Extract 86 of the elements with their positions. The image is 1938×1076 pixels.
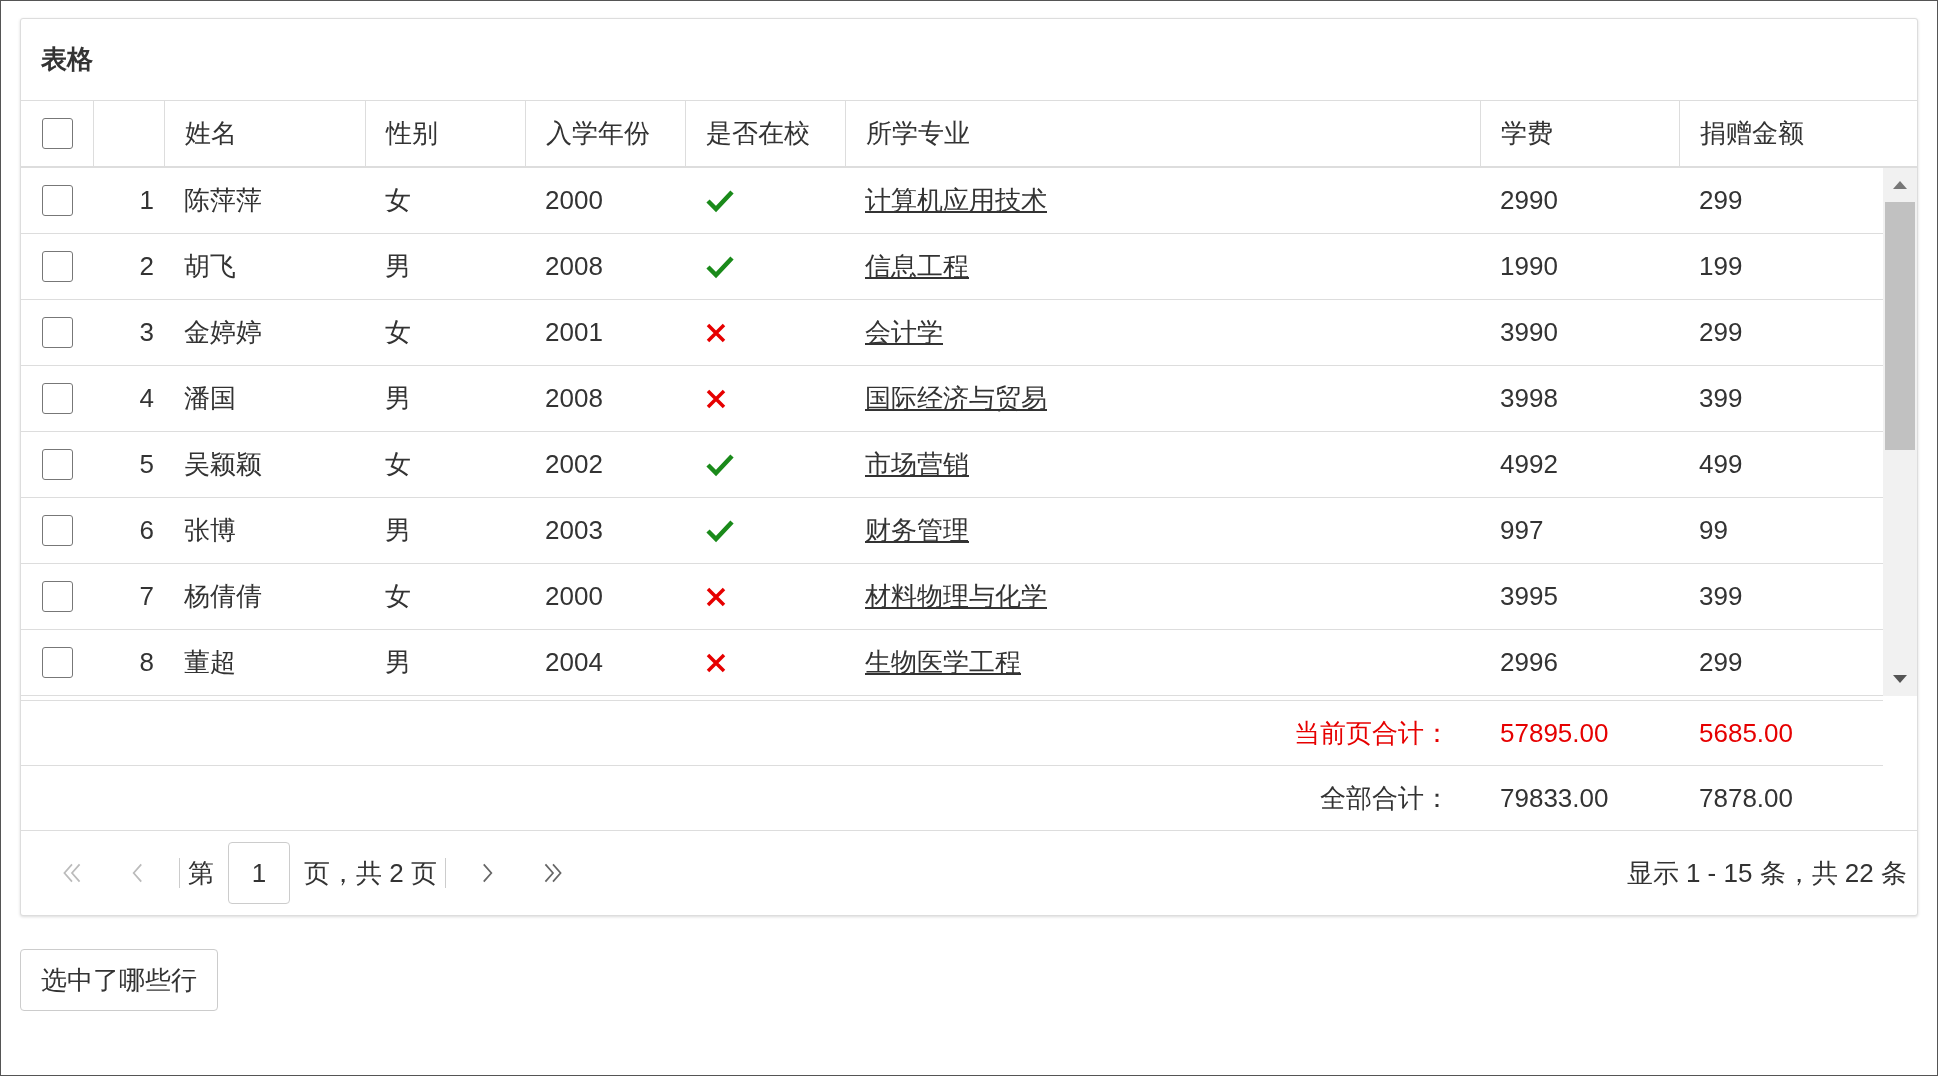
summary-value: 57895.00 bbox=[1499, 716, 1610, 750]
table-cell-text: 299 bbox=[1698, 184, 1744, 217]
table-cell-text: 男 bbox=[384, 646, 412, 679]
table-cell-text: 胡飞 bbox=[183, 250, 237, 283]
table-cell-text: 2001 bbox=[544, 316, 604, 349]
summary-value: 5685.00 bbox=[1698, 716, 1794, 750]
table-cell-text: 男 bbox=[384, 250, 412, 283]
major-link[interactable]: 财务管理 bbox=[865, 513, 969, 548]
table-cell-text: 4992 bbox=[1499, 448, 1559, 481]
column-header: 姓名 bbox=[164, 101, 365, 166]
table-cell-text: 女 bbox=[384, 580, 412, 613]
table-cell-text: 张博 bbox=[183, 514, 237, 547]
checkbox[interactable] bbox=[41, 581, 73, 612]
table-cell-text: 199 bbox=[1698, 250, 1744, 283]
checkbox[interactable] bbox=[41, 317, 73, 348]
table-cell-text: 陈萍萍 bbox=[183, 184, 263, 217]
table-cell-text: 吴颖颖 bbox=[183, 448, 263, 481]
row-number: 4 bbox=[138, 382, 155, 415]
table-cell-text: 2004 bbox=[544, 646, 604, 679]
column-header: 学费 bbox=[1480, 101, 1679, 166]
major-link[interactable]: 计算机应用技术 bbox=[865, 183, 1047, 218]
summary-value: 7878.00 bbox=[1698, 781, 1794, 815]
summary-label: 全部合计： bbox=[1319, 781, 1451, 815]
table-cell-text: 2008 bbox=[544, 382, 604, 415]
checkbox[interactable] bbox=[41, 118, 73, 149]
table-cell-text: 杨倩倩 bbox=[183, 580, 263, 613]
table-cell-text: 董超 bbox=[183, 646, 237, 679]
table-cell-text: 499 bbox=[1698, 448, 1744, 481]
column-header: 所学专业 bbox=[845, 101, 1480, 166]
table-cell-text: 女 bbox=[384, 184, 412, 217]
major-link[interactable]: 市场营销 bbox=[865, 447, 969, 482]
table-cell-text: 2996 bbox=[1499, 646, 1559, 679]
table-cell-text: 2003 bbox=[544, 514, 604, 547]
checkbox[interactable] bbox=[41, 185, 73, 216]
pager-label: 第 bbox=[188, 856, 214, 890]
scrollbar-thumb[interactable] bbox=[1885, 202, 1915, 450]
page-input[interactable]: 1 bbox=[228, 842, 290, 904]
column-header: 性别 bbox=[365, 101, 525, 166]
table-cell-text: 2008 bbox=[544, 250, 604, 283]
table-cell-text: 1990 bbox=[1499, 250, 1559, 283]
table-cell-text: 3998 bbox=[1499, 382, 1559, 415]
table-cell-text: 潘国 bbox=[183, 382, 237, 415]
scrollbar-track[interactable] bbox=[1883, 168, 1917, 696]
row-number: 3 bbox=[138, 316, 155, 349]
table-cell-text: 299 bbox=[1698, 646, 1744, 679]
table-cell-text: 2000 bbox=[544, 184, 604, 217]
table-cell-text: 2000 bbox=[544, 580, 604, 613]
pager-info: 显示 1 - 15 条，共 22 条 bbox=[1626, 856, 1907, 890]
table-cell-text: 299 bbox=[1698, 316, 1744, 349]
column-header: 捐赠金额 bbox=[1679, 101, 1917, 166]
row-number: 7 bbox=[138, 580, 155, 613]
checkbox[interactable] bbox=[41, 449, 73, 480]
checkbox[interactable] bbox=[41, 251, 73, 282]
summary-value: 79833.00 bbox=[1499, 781, 1610, 815]
checkbox[interactable] bbox=[41, 383, 73, 414]
table-cell-text: 男 bbox=[384, 514, 412, 547]
table-cell-text: 女 bbox=[384, 316, 412, 349]
pager-label: 页，共 2 页 bbox=[304, 856, 437, 890]
action-button[interactable]: 选中了哪些行 bbox=[20, 949, 218, 1011]
summary-label: 当前页合计： bbox=[1293, 716, 1451, 750]
table-cell-text: 99 bbox=[1698, 514, 1729, 547]
panel-title: 表格 bbox=[21, 19, 1917, 101]
major-link[interactable]: 会计学 bbox=[865, 315, 943, 350]
table-cell-text: 3990 bbox=[1499, 316, 1559, 349]
table-cell-text: 399 bbox=[1698, 580, 1744, 613]
major-link[interactable]: 材料物理与化学 bbox=[865, 579, 1047, 614]
table-cell-text: 男 bbox=[384, 382, 412, 415]
table-cell-text: 2990 bbox=[1499, 184, 1559, 217]
row-number: 5 bbox=[138, 448, 155, 481]
column-header: 入学年份 bbox=[525, 101, 685, 166]
table-cell-text: 997 bbox=[1499, 514, 1545, 547]
table-cell-text: 金婷婷 bbox=[183, 316, 263, 349]
row-number: 8 bbox=[138, 646, 155, 679]
row-number: 1 bbox=[138, 184, 155, 217]
row-number: 2 bbox=[138, 250, 155, 283]
table-cell-text: 2002 bbox=[544, 448, 604, 481]
column-header: 是否在校 bbox=[685, 101, 845, 166]
table-cell-text: 3995 bbox=[1499, 580, 1559, 613]
major-link[interactable]: 国际经济与贸易 bbox=[865, 381, 1047, 416]
table-cell-text: 399 bbox=[1698, 382, 1744, 415]
major-link[interactable]: 生物医学工程 bbox=[865, 645, 1021, 680]
row-number: 6 bbox=[138, 514, 155, 547]
checkbox[interactable] bbox=[41, 515, 73, 546]
table-cell-text: 女 bbox=[384, 448, 412, 481]
major-link[interactable]: 信息工程 bbox=[865, 249, 969, 284]
checkbox[interactable] bbox=[41, 647, 73, 678]
